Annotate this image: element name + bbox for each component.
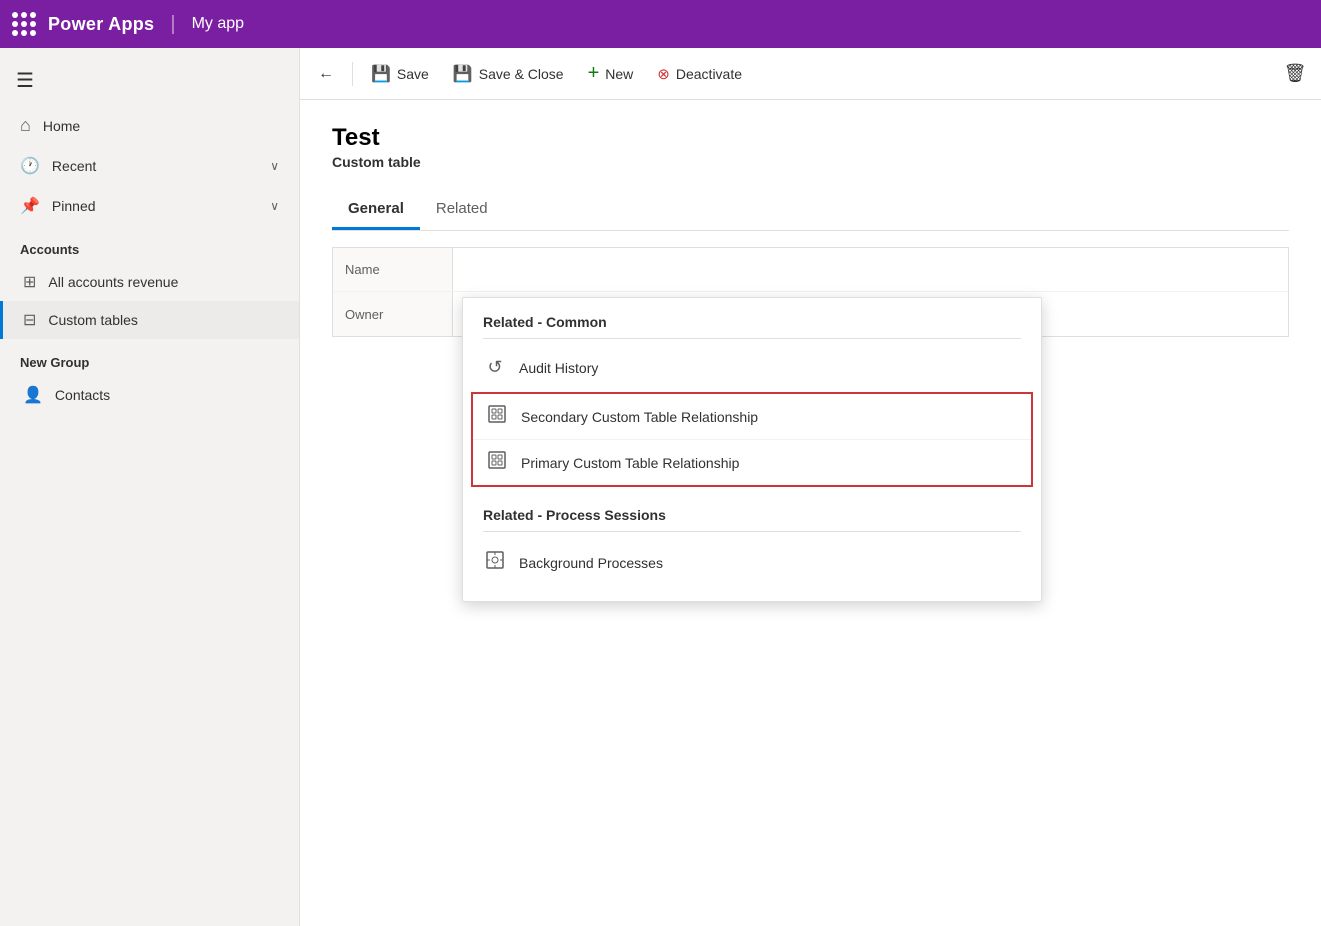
tab-general[interactable]: General: [332, 190, 420, 230]
hamburger-icon: ☰: [16, 70, 34, 92]
sidebar-item-all-accounts-revenue[interactable]: ⊞ All accounts revenue: [0, 263, 299, 301]
recent-icon: 🕐: [20, 156, 40, 176]
main-layout: ☰ ⌂ Home 🕐 Recent ∨ 📌 Pinned ∨ Accounts …: [0, 48, 1321, 926]
command-bar: ← 💾 Save 💾 Save & Close + New ⊗ Deactiva…: [300, 48, 1321, 100]
record-subtitle: Custom table: [332, 154, 1289, 170]
tab-related[interactable]: Related: [420, 190, 504, 230]
dropdown-item-label: Audit History: [519, 360, 598, 376]
audit-history-icon: ↺: [483, 357, 507, 378]
topbar-divider: |: [170, 13, 175, 36]
dropdown-section2-title: Related - Process Sessions: [463, 491, 1041, 531]
save-close-icon: 💾: [453, 64, 473, 84]
dropdown-item-audit-history[interactable]: ↺ Audit History: [463, 347, 1041, 388]
dropdown-item-background-processes[interactable]: Background Processes: [463, 540, 1041, 585]
dropdown-item-label: Primary Custom Table Relationship: [521, 455, 739, 471]
dropdown-item-label: Secondary Custom Table Relationship: [521, 409, 758, 425]
sidebar-item-label: Home: [43, 118, 80, 134]
sidebar-item-home[interactable]: ⌂ Home: [0, 105, 299, 146]
content-area: ← 💾 Save 💾 Save & Close + New ⊗ Deactiva…: [300, 48, 1321, 926]
dropdown-item-secondary-rel[interactable]: Secondary Custom Table Relationship: [473, 394, 1031, 439]
sidebar-item-label: All accounts revenue: [48, 274, 178, 290]
sidebar-item-contacts[interactable]: 👤 Contacts: [0, 376, 299, 414]
cmd-divider-1: [352, 62, 353, 86]
sidebar-item-label: Contacts: [55, 387, 110, 403]
record-title: Test: [332, 124, 1289, 152]
related-dropdown: Related - Common ↺ Audit History: [462, 297, 1042, 602]
page-content: Test Custom table General Related Name: [300, 100, 1321, 926]
form-row-name: Name: [333, 248, 1288, 292]
sidebar-item-custom-tables[interactable]: ⊟ Custom tables: [0, 301, 299, 339]
new-group-section-header: New Group: [0, 339, 299, 376]
powerapps-title: Power Apps: [48, 14, 154, 35]
accounts-section-header: Accounts: [0, 226, 299, 263]
sidebar-item-pinned[interactable]: 📌 Pinned ∨: [0, 186, 299, 226]
save-close-label: Save & Close: [479, 66, 564, 82]
hamburger-button[interactable]: ☰: [0, 56, 299, 105]
highlighted-items-group: Secondary Custom Table Relationship: [471, 392, 1033, 487]
custom-table-icon: ⊟: [23, 310, 36, 330]
person-icon: 👤: [23, 385, 43, 405]
tab-general-label: General: [348, 200, 404, 217]
top-bar: Power Apps | My app: [0, 0, 1321, 48]
form-area: Name Owner Related - Common ↺ Audit Hist…: [332, 247, 1289, 337]
dropdown-item-label: Background Processes: [519, 555, 663, 571]
save-icon: 💾: [371, 64, 391, 84]
save-close-button[interactable]: 💾 Save & Close: [443, 58, 574, 90]
tabs-container: General Related: [332, 190, 1289, 231]
new-icon: +: [588, 62, 600, 85]
pin-icon: 📌: [20, 196, 40, 216]
deactivate-icon: ⊗: [657, 65, 670, 83]
save-button[interactable]: 💾 Save: [361, 58, 439, 90]
form-label-name: Name: [333, 248, 453, 291]
table-icon: ⊞: [23, 272, 36, 292]
app-name: My app: [192, 15, 244, 33]
deactivate-button[interactable]: ⊗ Deactivate: [647, 59, 752, 89]
dropdown-divider-1: [483, 338, 1021, 339]
sidebar-item-label: Pinned: [52, 198, 96, 214]
form-value-name: [453, 248, 1288, 291]
save-label: Save: [397, 66, 429, 82]
sidebar-item-label: Recent: [52, 158, 96, 174]
new-button[interactable]: + New: [578, 56, 644, 91]
new-label: New: [605, 66, 633, 82]
back-button[interactable]: ←: [308, 56, 344, 92]
sidebar-item-recent[interactable]: 🕐 Recent ∨: [0, 146, 299, 186]
form-label-owner: Owner: [333, 292, 453, 336]
sidebar-item-label: Custom tables: [48, 312, 137, 328]
chevron-down-icon: ∨: [270, 199, 279, 213]
dropdown-divider-2: [483, 531, 1021, 532]
background-processes-icon: [483, 550, 507, 575]
sidebar: ☰ ⌂ Home 🕐 Recent ∨ 📌 Pinned ∨ Accounts …: [0, 48, 300, 926]
chevron-down-icon: ∨: [270, 159, 279, 173]
dropdown-section1-title: Related - Common: [463, 298, 1041, 338]
trash-icon: 🗑: [1284, 63, 1307, 84]
home-icon: ⌂: [20, 115, 31, 136]
dropdown-item-primary-rel[interactable]: Primary Custom Table Relationship: [473, 439, 1031, 485]
tab-related-label: Related: [436, 200, 488, 217]
deactivate-label: Deactivate: [676, 66, 742, 82]
app-grid-icon[interactable]: [12, 12, 36, 36]
secondary-rel-icon: [485, 404, 509, 429]
primary-rel-icon: [485, 450, 509, 475]
delete-button[interactable]: 🗑: [1277, 56, 1313, 92]
